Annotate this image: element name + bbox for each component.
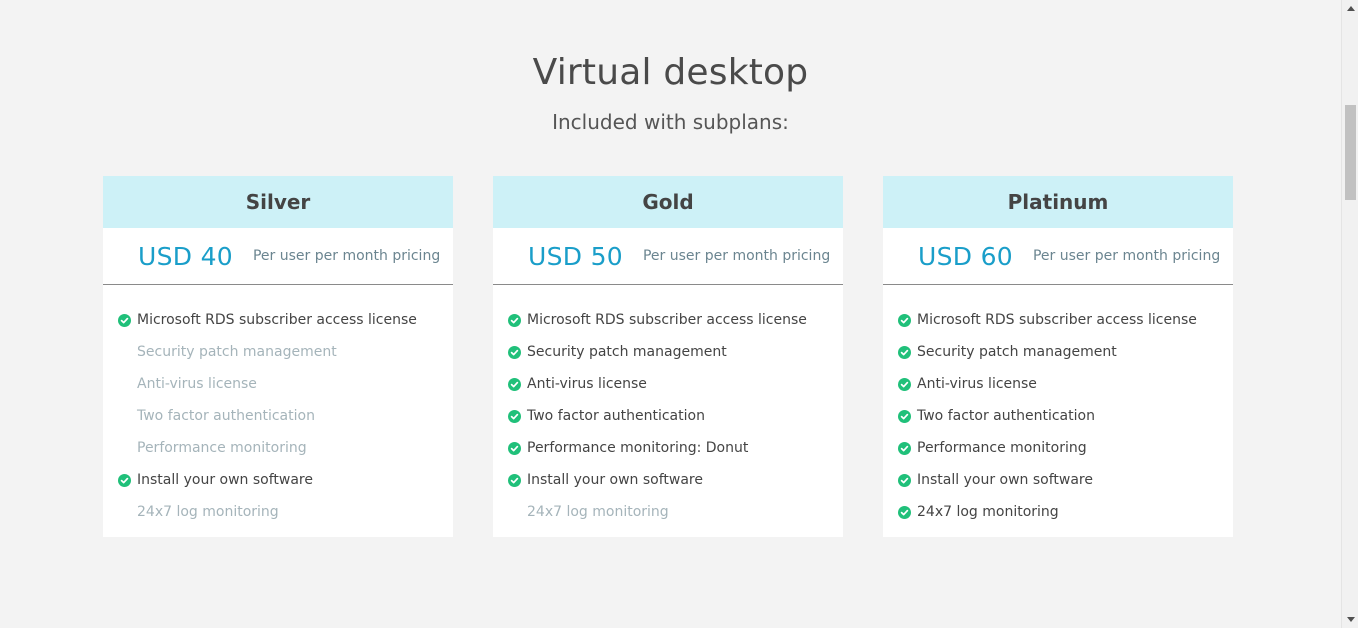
feature-item: Two factor authentication (103, 400, 453, 432)
check-circle-icon (118, 313, 131, 327)
feature-item: 24x7 log monitoring (883, 496, 1233, 528)
feature-label: Microsoft RDS subscriber access license (137, 312, 417, 328)
feature-label: Security patch management (917, 344, 1117, 360)
feature-label: Performance monitoring (137, 440, 307, 456)
plan-price: USD 50 (528, 241, 623, 271)
feature-label: Security patch management (137, 344, 337, 360)
plan-price-note: Per user per month pricing (252, 248, 441, 264)
plan-name: Gold (493, 176, 843, 228)
feature-item: 24x7 log monitoring (103, 496, 453, 528)
plan-name: Platinum (883, 176, 1233, 228)
chevron-down-icon[interactable] (1342, 611, 1358, 628)
page-title: Virtual desktop (532, 52, 809, 93)
plan-card-silver: Silver USD 40 Per user per month pricing… (103, 176, 453, 537)
check-circle-icon (898, 505, 911, 519)
check-circle-icon (508, 473, 521, 487)
feature-item: Performance monitoring (103, 432, 453, 464)
plan-price-note: Per user per month pricing (1032, 248, 1221, 264)
plan-price-row: USD 60 Per user per month pricing (883, 228, 1233, 285)
plan-card-platinum: Platinum USD 60 Per user per month prici… (883, 176, 1233, 537)
feature-item: Install your own software (883, 464, 1233, 496)
check-circle-icon (508, 377, 521, 391)
feature-item: Two factor authentication (883, 400, 1233, 432)
feature-item: Security patch management (883, 336, 1233, 368)
feature-label: Two factor authentication (917, 408, 1095, 424)
check-circle-icon (898, 313, 911, 327)
feature-label: Security patch management (527, 344, 727, 360)
check-circle-icon (898, 409, 911, 423)
feature-label: Performance monitoring (917, 440, 1087, 456)
feature-item: Install your own software (103, 464, 453, 496)
check-circle-icon (508, 345, 521, 359)
feature-label: Performance monitoring: Donut (527, 440, 749, 456)
feature-label: Two factor authentication (137, 408, 315, 424)
plan-price-row: USD 40 Per user per month pricing (103, 228, 453, 285)
feature-item: Security patch management (103, 336, 453, 368)
feature-list: Microsoft RDS subscriber access license S… (103, 285, 453, 528)
feature-item: Anti-virus license (103, 368, 453, 400)
feature-item: Microsoft RDS subscriber access license (103, 304, 453, 336)
pricing-section: Virtual desktop Included with subplans: … (0, 0, 1341, 628)
check-circle-icon (898, 345, 911, 359)
plan-price: USD 40 (138, 241, 233, 271)
feature-item: Security patch management (493, 336, 843, 368)
vertical-scrollbar[interactable] (1341, 0, 1358, 628)
feature-label: Anti-virus license (527, 376, 647, 392)
feature-label: Microsoft RDS subscriber access license (527, 312, 807, 328)
feature-label: Anti-virus license (137, 376, 257, 392)
feature-item: Anti-virus license (883, 368, 1233, 400)
feature-item: Performance monitoring: Donut (493, 432, 843, 464)
feature-item: Microsoft RDS subscriber access license (493, 304, 843, 336)
feature-item: Performance monitoring (883, 432, 1233, 464)
feature-label: Install your own software (527, 472, 703, 488)
feature-list: Microsoft RDS subscriber access license S… (883, 285, 1233, 528)
feature-label: Install your own software (137, 472, 313, 488)
feature-label: Microsoft RDS subscriber access license (917, 312, 1197, 328)
plan-price-note: Per user per month pricing (642, 248, 831, 264)
feature-label: Install your own software (917, 472, 1093, 488)
feature-item: 24x7 log monitoring (493, 496, 843, 528)
plan-price: USD 60 (918, 241, 1013, 271)
check-circle-icon (508, 409, 521, 423)
chevron-up-icon[interactable] (1342, 0, 1358, 17)
feature-item: Two factor authentication (493, 400, 843, 432)
feature-item: Microsoft RDS subscriber access license (883, 304, 1233, 336)
plan-card-gold: Gold USD 50 Per user per month pricing M… (493, 176, 843, 537)
check-circle-icon (508, 313, 521, 327)
check-circle-icon (898, 473, 911, 487)
feature-label: Two factor authentication (527, 408, 705, 424)
scrollbar-thumb[interactable] (1345, 105, 1356, 200)
page-subtitle: Included with subplans: (552, 110, 789, 134)
check-circle-icon (118, 473, 131, 487)
feature-label: 24x7 log monitoring (137, 504, 279, 520)
check-circle-icon (898, 441, 911, 455)
check-circle-icon (508, 441, 521, 455)
plan-name: Silver (103, 176, 453, 228)
check-circle-icon (898, 377, 911, 391)
feature-label: Anti-virus license (917, 376, 1037, 392)
plan-price-row: USD 50 Per user per month pricing (493, 228, 843, 285)
feature-label: 24x7 log monitoring (917, 504, 1059, 520)
feature-item: Anti-virus license (493, 368, 843, 400)
feature-list: Microsoft RDS subscriber access license S… (493, 285, 843, 528)
feature-item: Install your own software (493, 464, 843, 496)
feature-label: 24x7 log monitoring (527, 504, 669, 520)
